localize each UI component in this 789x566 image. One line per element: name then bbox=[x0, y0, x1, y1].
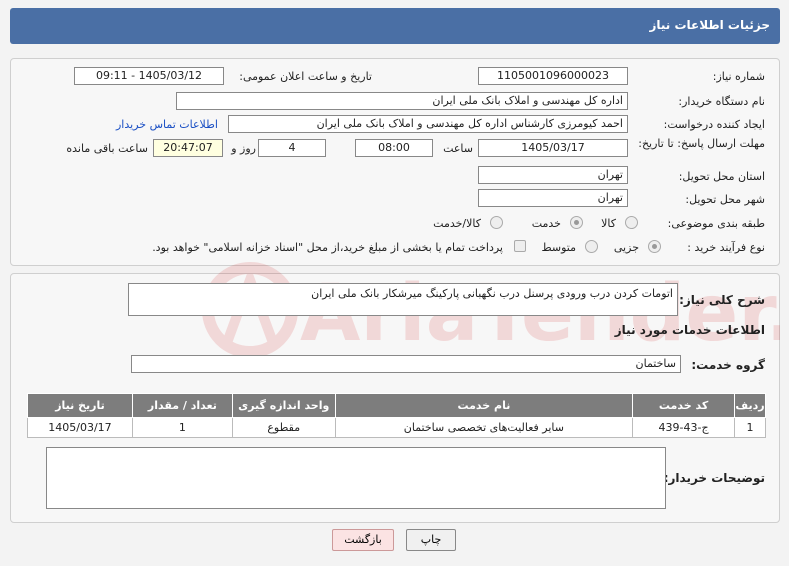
remaining-time-field: 20:47:07 bbox=[153, 139, 223, 157]
requester-field: احمد کیومرزی کارشناس اداره کل مهندسی و ا… bbox=[228, 115, 628, 133]
cell-row-number: 1 bbox=[734, 417, 766, 438]
remaining-time-label: ساعت باقی مانده bbox=[66, 142, 148, 155]
city-label: شهر محل تحویل: bbox=[685, 193, 765, 206]
services-table: ردیف کد خدمت نام خدمت واحد اندازه گیری ت… bbox=[27, 393, 766, 438]
category-goods-service-radio[interactable] bbox=[490, 216, 503, 229]
col-need-date: تاریخ نیاز bbox=[27, 393, 133, 418]
province-field: تهران bbox=[478, 166, 628, 184]
buyer-notes-label: توضیحات خریدار: bbox=[663, 471, 765, 485]
print-button[interactable]: چاپ bbox=[406, 529, 456, 551]
announce-date-field: 1405/03/12 - 09:11 bbox=[74, 67, 224, 85]
description-field[interactable]: اتومات کردن درب ورودی پرسنل درب نگهبانی … bbox=[128, 283, 678, 316]
announce-date-label: تاریخ و ساعت اعلان عمومی: bbox=[239, 70, 372, 83]
treasury-payment-note: پرداخت تمام یا بخشی از مبلغ خرید،از محل … bbox=[152, 241, 503, 254]
description-label: شرح کلی نیاز: bbox=[679, 293, 765, 307]
buyer-notes-field[interactable] bbox=[46, 447, 666, 509]
service-group-field: ساختمان bbox=[131, 355, 681, 373]
purchase-minor-label: جزیی bbox=[613, 241, 639, 254]
purchase-minor-radio[interactable] bbox=[648, 240, 661, 253]
purchase-type-label: نوع فرآیند خرید : bbox=[687, 241, 765, 254]
remaining-days-field: 4 bbox=[258, 139, 326, 157]
need-number-label: شماره نیاز: bbox=[712, 70, 765, 83]
remaining-days-label: روز و bbox=[231, 142, 256, 155]
page-title: جزئیات اطلاعات نیاز bbox=[649, 18, 770, 32]
cell-service-code: ج-43-439 bbox=[632, 417, 736, 438]
deadline-time-field: 08:00 bbox=[355, 139, 433, 157]
cell-unit: مقطوع bbox=[231, 417, 336, 438]
col-service-code: کد خدمت bbox=[632, 393, 736, 418]
page-header: جزئیات اطلاعات نیاز bbox=[10, 8, 780, 44]
category-label: طبقه بندی موضوعی: bbox=[667, 217, 765, 230]
purchase-medium-label: متوسط bbox=[541, 241, 576, 254]
table-row: 1 ج-43-439 سایر فعالیت‌های تخصصی ساختمان… bbox=[27, 417, 766, 438]
deadline-time-label: ساعت bbox=[443, 142, 473, 155]
city-field: تهران bbox=[478, 189, 628, 207]
category-goods-radio[interactable] bbox=[625, 216, 638, 229]
purchase-medium-radio[interactable] bbox=[585, 240, 598, 253]
service-group-label: گروه خدمت: bbox=[691, 358, 765, 372]
cell-need-date: 1405/03/17 bbox=[27, 417, 133, 438]
deadline-label: مهلت ارسال پاسخ: تا تاریخ: bbox=[638, 137, 765, 150]
buyer-org-field: اداره کل مهندسی و املاک بانک ملی ایران bbox=[176, 92, 628, 110]
treasury-payment-checkbox[interactable] bbox=[514, 240, 526, 252]
services-table-header: ردیف کد خدمت نام خدمت واحد اندازه گیری ت… bbox=[27, 393, 766, 418]
cell-service-name: سایر فعالیت‌های تخصصی ساختمان bbox=[334, 417, 634, 438]
category-service-label: خدمت bbox=[531, 217, 561, 230]
col-service-name: نام خدمت bbox=[334, 393, 634, 418]
services-section-title: اطلاعات خدمات مورد نیاز bbox=[614, 323, 765, 337]
requester-label: ایجاد کننده درخواست: bbox=[663, 118, 765, 131]
buyer-contact-link[interactable]: اطلاعات تماس خریدار bbox=[116, 118, 218, 131]
deadline-date-field: 1405/03/17 bbox=[478, 139, 628, 157]
col-row-number: ردیف bbox=[734, 393, 766, 418]
col-quantity: تعداد / مقدار bbox=[131, 393, 233, 418]
col-unit: واحد اندازه گیری bbox=[231, 393, 336, 418]
category-goods-label: کالا bbox=[601, 217, 616, 230]
province-label: استان محل تحویل: bbox=[678, 170, 765, 183]
category-goods-service-label: کالا/خدمت bbox=[433, 217, 481, 230]
back-button[interactable]: بازگشت bbox=[332, 529, 394, 551]
buyer-org-label: نام دستگاه خریدار: bbox=[678, 95, 765, 108]
need-info-panel bbox=[10, 58, 780, 266]
cell-quantity: 1 bbox=[131, 417, 233, 438]
need-number-field: 1105001096000023 bbox=[478, 67, 628, 85]
category-service-radio[interactable] bbox=[570, 216, 583, 229]
